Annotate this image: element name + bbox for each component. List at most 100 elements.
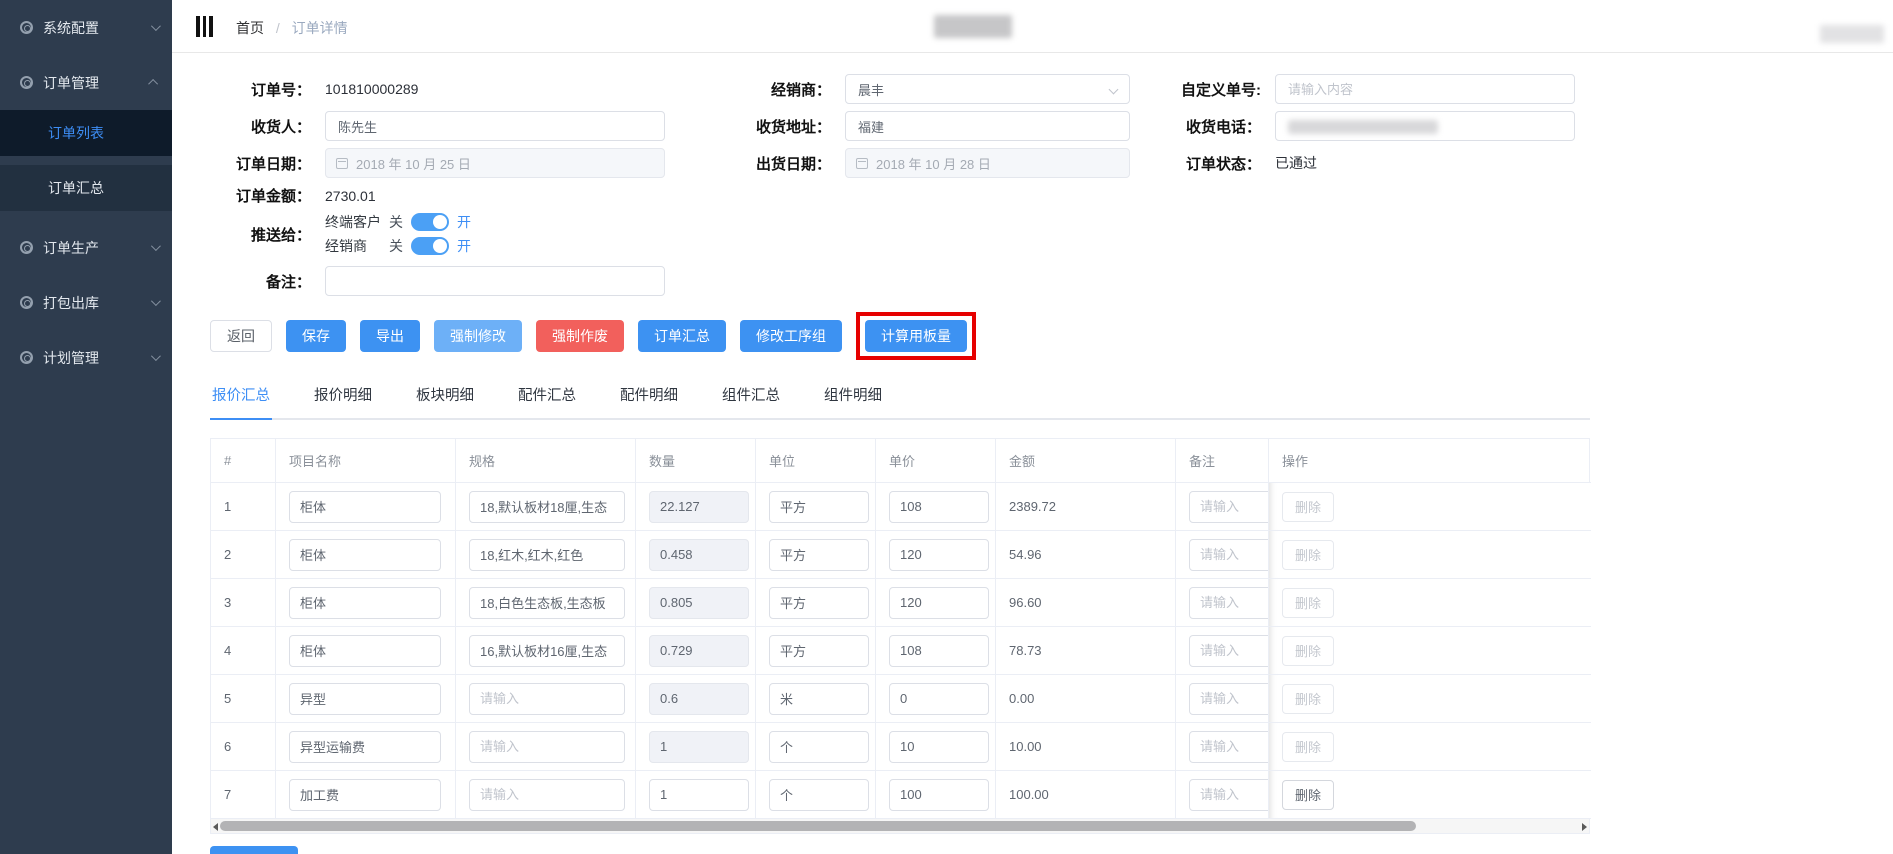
item-name-input[interactable]	[289, 779, 441, 811]
calc-board-usage-button[interactable]: 计算用板量	[865, 320, 967, 352]
item-name-input[interactable]	[289, 731, 441, 763]
spec-input[interactable]	[469, 779, 625, 811]
remark-cell-input[interactable]	[1189, 635, 1269, 667]
order-amount-value: 2730.01	[325, 188, 665, 204]
tab-quote-summary[interactable]: 报价汇总	[210, 384, 272, 420]
unit-input[interactable]	[769, 491, 869, 523]
delete-button[interactable]: 删除	[1282, 588, 1334, 618]
remark-cell-input[interactable]	[1189, 683, 1269, 715]
sidebar-item-plan-management[interactable]: 计划管理	[0, 330, 172, 385]
scroll-left-arrow-icon[interactable]	[213, 823, 218, 831]
spec-input[interactable]	[469, 539, 625, 571]
item-name-input[interactable]	[289, 539, 441, 571]
scrollbar-thumb[interactable]	[220, 821, 1416, 832]
dealer-select[interactable]: 晨丰	[845, 74, 1130, 104]
price-input[interactable]	[889, 779, 989, 811]
sidebar-item-label: 计划管理	[43, 348, 99, 368]
save-button[interactable]: 保存	[286, 320, 346, 352]
force-void-button[interactable]: 强制作废	[536, 320, 624, 352]
unit-input[interactable]	[769, 587, 869, 619]
unit-input[interactable]	[769, 683, 869, 715]
col-header-unit: 单位	[756, 439, 876, 483]
receiver-input[interactable]	[325, 111, 665, 141]
row-index: 4	[211, 627, 276, 675]
tab-component-summary[interactable]: 组件汇总	[720, 384, 782, 418]
remark-cell-input[interactable]	[1189, 731, 1269, 763]
back-button[interactable]: 返回	[210, 320, 272, 352]
remark-cell-input[interactable]	[1189, 539, 1269, 571]
ship-date-value: 2018 年 10 月 28 日	[876, 154, 991, 173]
top-bar: 首页 / 订单详情	[172, 0, 1893, 53]
horizontal-scrollbar[interactable]	[210, 819, 1590, 834]
sidebar-item-order-list[interactable]: 订单列表	[0, 110, 172, 156]
tab-board-detail[interactable]: 板块明细	[414, 384, 476, 418]
sidebar-item-order-production[interactable]: 订单生产	[0, 220, 172, 275]
item-name-input[interactable]	[289, 635, 441, 667]
sidebar-item-order-management[interactable]: 订单管理	[0, 55, 172, 110]
export-button[interactable]: 导出	[360, 320, 420, 352]
sidebar-item-packing-outbound[interactable]: 打包出库	[0, 275, 172, 330]
price-input[interactable]	[889, 635, 989, 667]
custom-no-input[interactable]	[1275, 74, 1575, 104]
remark-input[interactable]	[325, 266, 665, 296]
sidebar-item-order-summary[interactable]: 订单汇总	[0, 165, 172, 211]
main-content: 订单号： 101810000289 经销商： 晨丰 自定义单号: 收货人： 收货…	[172, 54, 1893, 854]
price-input[interactable]	[889, 587, 989, 619]
item-name-input[interactable]	[289, 683, 441, 715]
table-header-row: # 项目名称 规格 数量 单位 单价 金额 备注 操作	[211, 439, 1589, 483]
remark-cell-input[interactable]	[1189, 779, 1269, 811]
tab-component-detail[interactable]: 组件明细	[822, 384, 884, 418]
edit-process-group-button[interactable]: 修改工序组	[740, 320, 842, 352]
price-input[interactable]	[889, 683, 989, 715]
delete-button[interactable]: 删除	[1282, 540, 1334, 570]
add-item-button[interactable]: 新增项目	[210, 846, 298, 854]
toggle-knob	[433, 239, 447, 253]
qty-input[interactable]	[649, 779, 749, 811]
sidebar-item-system-config[interactable]: 系统配置	[0, 0, 172, 55]
remark-cell-input[interactable]	[1189, 491, 1269, 523]
unit-input[interactable]	[769, 779, 869, 811]
spec-input[interactable]	[469, 635, 625, 667]
spec-input[interactable]	[469, 683, 625, 715]
col-header-name: 项目名称	[276, 439, 456, 483]
price-input[interactable]	[889, 491, 989, 523]
table-row: 6 10.00 删除	[211, 723, 1589, 771]
terminal-customer-toggle[interactable]	[411, 213, 449, 231]
delete-button[interactable]: 删除	[1282, 732, 1334, 762]
spec-input[interactable]	[469, 491, 625, 523]
delete-button[interactable]: 删除	[1282, 780, 1334, 810]
chevron-down-icon	[151, 351, 161, 361]
spec-input[interactable]	[469, 587, 625, 619]
item-name-input[interactable]	[289, 491, 441, 523]
scroll-right-arrow-icon[interactable]	[1582, 823, 1587, 831]
row-index: 3	[211, 579, 276, 627]
dealer-toggle[interactable]	[411, 237, 449, 255]
qty-input	[649, 491, 749, 523]
address-input[interactable]	[845, 111, 1130, 141]
order-date-value: 2018 年 10 月 25 日	[356, 154, 471, 173]
tab-quote-detail[interactable]: 报价明细	[312, 384, 374, 418]
order-date-input[interactable]: 2018 年 10 月 25 日	[325, 148, 665, 178]
price-input[interactable]	[889, 731, 989, 763]
gear-icon	[20, 241, 33, 254]
tab-accessory-detail[interactable]: 配件明细	[618, 384, 680, 418]
tab-accessory-summary[interactable]: 配件汇总	[516, 384, 578, 418]
qty-input	[649, 539, 749, 571]
delete-button[interactable]: 删除	[1282, 492, 1334, 522]
delete-button[interactable]: 删除	[1282, 684, 1334, 714]
breadcrumb-home[interactable]: 首页	[236, 20, 264, 36]
order-summary-button[interactable]: 订单汇总	[638, 320, 726, 352]
unit-input[interactable]	[769, 635, 869, 667]
spec-input[interactable]	[469, 731, 625, 763]
price-input[interactable]	[889, 539, 989, 571]
amount-cell: 0.00	[996, 675, 1176, 723]
hamburger-icon[interactable]	[196, 16, 218, 37]
remark-cell-input[interactable]	[1189, 587, 1269, 619]
ship-date-input[interactable]: 2018 年 10 月 28 日	[845, 148, 1130, 178]
item-name-input[interactable]	[289, 587, 441, 619]
force-edit-button[interactable]: 强制修改	[434, 320, 522, 352]
unit-input[interactable]	[769, 731, 869, 763]
phone-input[interactable]	[1275, 111, 1575, 141]
delete-button[interactable]: 删除	[1282, 636, 1334, 666]
unit-input[interactable]	[769, 539, 869, 571]
